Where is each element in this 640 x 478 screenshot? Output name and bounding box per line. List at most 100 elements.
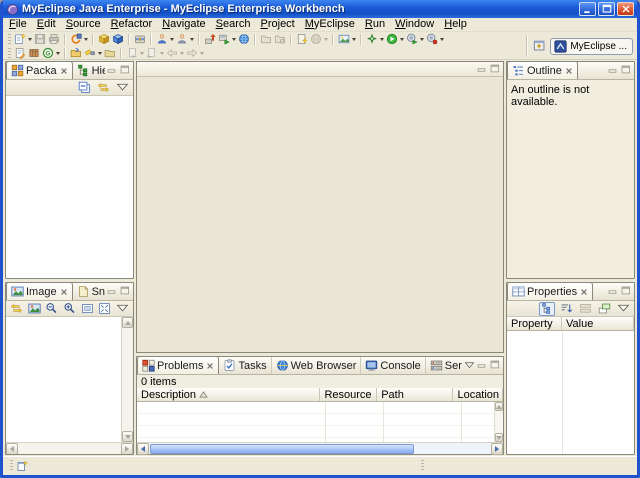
properties-table-body[interactable] (507, 331, 634, 454)
toolbar-grip[interactable] (8, 34, 11, 45)
run-server-dropdown[interactable] (232, 38, 236, 41)
close-button[interactable] (617, 2, 634, 16)
maximize-view-button[interactable] (621, 286, 632, 297)
external-tools-dropdown[interactable] (380, 38, 384, 41)
tab-hiera[interactable]: Hiera (73, 62, 105, 79)
minimize-view-button[interactable] (477, 360, 488, 371)
close-package-explorer-tab[interactable] (60, 67, 68, 75)
new-package-button[interactable] (27, 47, 41, 60)
zoom-out-button[interactable] (44, 302, 59, 316)
scrollbar-thumb[interactable] (150, 444, 414, 454)
column-header-resource[interactable]: Resource (320, 388, 377, 401)
menu-project[interactable]: Project (256, 18, 300, 31)
image-browser-button[interactable] (133, 33, 147, 46)
close-properties-tab[interactable] (580, 288, 588, 296)
tab-tasks[interactable]: Tasks (219, 357, 271, 374)
restore-default-button[interactable] (596, 302, 612, 316)
minimize-view-button[interactable] (608, 65, 619, 76)
quick-switch-profile-button[interactable] (155, 33, 175, 46)
package-explorer-tree[interactable] (6, 96, 133, 278)
scroll-left-button[interactable] (137, 443, 149, 455)
image-viewer-button[interactable] (337, 33, 357, 46)
zoom-in-button[interactable] (62, 302, 77, 316)
view-menu-button[interactable] (464, 360, 475, 371)
fast-view-button[interactable] (16, 460, 29, 473)
statusbar-grip[interactable] (10, 460, 13, 472)
link-with-editor-button[interactable] (9, 302, 24, 316)
maximize-view-button[interactable] (490, 360, 501, 371)
tab-snipp[interactable]: Snipp (73, 283, 105, 300)
close-outline-tab[interactable] (565, 67, 573, 75)
image-preview-canvas[interactable] (6, 317, 133, 454)
scroll-right-button[interactable] (491, 443, 503, 455)
minimize-view-button[interactable] (608, 286, 619, 297)
stop-server-dropdown[interactable] (440, 38, 444, 41)
image-horizontal-scrollbar[interactable] (6, 442, 133, 454)
web-capabilities-dropdown[interactable] (56, 52, 60, 55)
run-on-server-button[interactable] (405, 33, 425, 46)
open-resource-button[interactable] (103, 47, 117, 60)
maximize-button[interactable] (598, 2, 615, 16)
run-dropdown[interactable] (400, 38, 404, 41)
tab-web-browser[interactable]: Web Browser (272, 357, 362, 374)
tab-problems[interactable]: Problems (137, 356, 219, 374)
column-header-value[interactable]: Value (562, 317, 634, 330)
view-menu-button[interactable] (114, 81, 130, 95)
column-header-path[interactable]: Path (377, 388, 453, 401)
deploy-project-button[interactable] (203, 33, 217, 46)
menu-run[interactable]: Run (360, 18, 390, 31)
view-menu-button[interactable] (615, 302, 631, 316)
statusbar-grip[interactable] (421, 460, 424, 472)
scroll-left-button[interactable] (6, 443, 18, 455)
perspective-myeclipse-button[interactable]: MyEclipse ... (550, 38, 633, 55)
minimize-view-button[interactable] (477, 64, 488, 75)
actual-size-button[interactable] (80, 302, 95, 316)
sort-button[interactable] (558, 302, 574, 316)
menu-search[interactable]: Search (211, 18, 256, 31)
maximize-view-button[interactable] (621, 65, 632, 76)
run-on-server-dropdown[interactable] (420, 38, 424, 41)
show-categories-button[interactable] (539, 302, 555, 316)
problems-table-body[interactable] (137, 402, 503, 442)
toolbar-grip[interactable] (8, 48, 11, 59)
menu-file[interactable]: File (4, 18, 32, 31)
open-perspective-button[interactable] (533, 39, 547, 53)
maximize-view-button[interactable] (120, 65, 131, 76)
column-header-description[interactable]: Description (137, 388, 320, 401)
tab-servers[interactable]: Servers (426, 357, 462, 374)
stop-server-button[interactable] (425, 33, 445, 46)
editor-area[interactable] (136, 61, 504, 353)
java-project-button[interactable] (111, 33, 125, 46)
minimize-view-button[interactable] (107, 286, 118, 297)
scroll-up-button[interactable] (122, 317, 133, 328)
column-header-location[interactable]: Location (453, 388, 503, 401)
search-dropdown[interactable] (98, 52, 102, 55)
new-snippet-button[interactable] (295, 33, 309, 46)
scroll-up-button[interactable] (495, 402, 503, 411)
image-viewer-dropdown[interactable] (352, 38, 356, 41)
close-problems-tab[interactable] (206, 362, 214, 370)
collapse-all-button[interactable] (76, 81, 92, 95)
minimize-view-button[interactable] (107, 65, 118, 76)
link-with-editor-button[interactable] (95, 81, 111, 95)
problems-vertical-scrollbar[interactable] (494, 402, 503, 442)
menu-refactor[interactable]: Refactor (106, 18, 158, 31)
new-myeclipse-dropdown[interactable] (84, 38, 88, 41)
new-java-file-button[interactable] (13, 47, 27, 60)
quick-switch-debug-button[interactable] (175, 33, 195, 46)
quick-switch-profile-dropdown[interactable] (170, 38, 174, 41)
tab-packa[interactable]: Packa (6, 61, 73, 79)
tab-image[interactable]: Image (6, 282, 73, 300)
external-tools-button[interactable] (365, 33, 385, 46)
fit-to-window-button[interactable] (98, 302, 113, 316)
menu-edit[interactable]: Edit (32, 18, 61, 31)
tab-properties[interactable]: Properties (507, 282, 593, 300)
scroll-down-button[interactable] (495, 433, 503, 442)
column-header-property[interactable]: Property (507, 317, 562, 330)
ejb-project-button[interactable] (97, 33, 111, 46)
scroll-down-button[interactable] (122, 431, 133, 442)
image-vertical-scrollbar[interactable] (121, 317, 133, 442)
tab-outline[interactable]: Outline (507, 61, 578, 79)
menu-navigate[interactable]: Navigate (157, 18, 210, 31)
web-capabilities-button[interactable]: G (41, 47, 61, 60)
